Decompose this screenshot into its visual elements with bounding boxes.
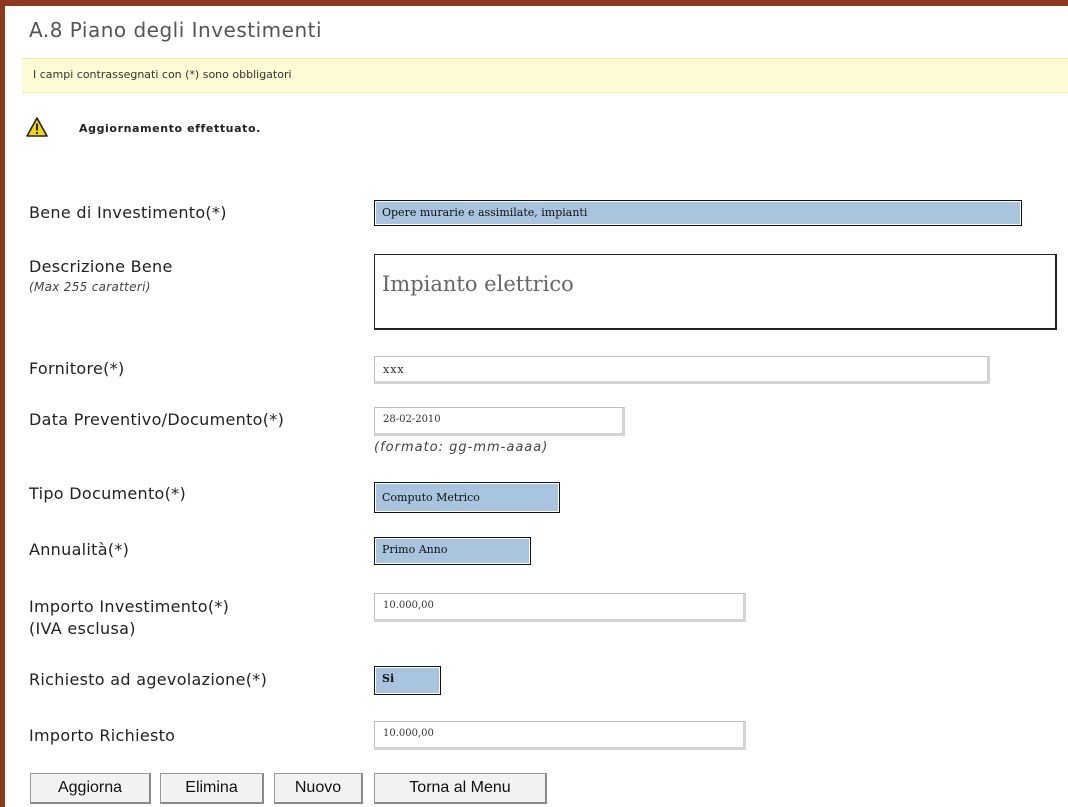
fornitore-label: Fornitore(*) <box>29 359 125 378</box>
bene-label: Bene di Investimento(*) <box>29 203 227 222</box>
required-fields-text: I campi contrassegnati con (*) sono obbl… <box>33 68 292 81</box>
importo-richiesto-input[interactable]: 10.000,00 <box>374 721 746 750</box>
data-preventivo-input[interactable]: 28-02-2010 <box>374 407 625 436</box>
data-preventivo-label: Data Preventivo/Documento(*) <box>29 410 285 429</box>
elimina-button[interactable]: Elimina <box>160 773 264 804</box>
descrizione-hint: (Max 255 caratteri) <box>29 280 151 294</box>
iva-esclusa-label: (IVA esclusa) <box>29 619 136 638</box>
descrizione-textarea[interactable]: Impianto elettrico <box>374 254 1057 330</box>
importo-investimento-input[interactable]: 10.000,00 <box>374 593 746 622</box>
torna-al-menu-button[interactable]: Torna al Menu <box>374 773 547 804</box>
window-frame-top <box>0 0 1068 6</box>
descrizione-label: Descrizione Bene <box>29 257 173 276</box>
page-title: A.8 Piano degli Investimenti <box>29 18 323 42</box>
data-format-hint: (formato: gg-mm-aaaa) <box>374 440 549 455</box>
nuovo-button[interactable]: Nuovo <box>274 773 363 804</box>
status-message: Aggiornamento effettuato. <box>79 122 261 135</box>
fornitore-input[interactable]: xxx <box>374 356 990 384</box>
annualita-select[interactable]: Primo Anno <box>374 537 531 565</box>
warning-icon <box>26 117 48 137</box>
agevolazione-label: Richiesto ad agevolazione(*) <box>29 670 268 689</box>
agevolazione-select[interactable]: Si <box>374 666 441 695</box>
tipo-documento-select[interactable]: Computo Metrico <box>374 482 560 513</box>
tipo-documento-label: Tipo Documento(*) <box>29 484 187 503</box>
bene-select[interactable]: Opere murarie e assimilate, impianti <box>374 200 1022 226</box>
importo-investimento-label: Importo Investimento(*) <box>29 597 230 616</box>
required-fields-notice: I campi contrassegnati con (*) sono obbl… <box>22 58 1068 93</box>
aggiorna-button[interactable]: Aggiorna <box>30 773 151 804</box>
window-frame-left <box>0 0 5 807</box>
importo-richiesto-label: Importo Richiesto <box>29 726 176 745</box>
annualita-label: Annualità(*) <box>29 540 130 559</box>
